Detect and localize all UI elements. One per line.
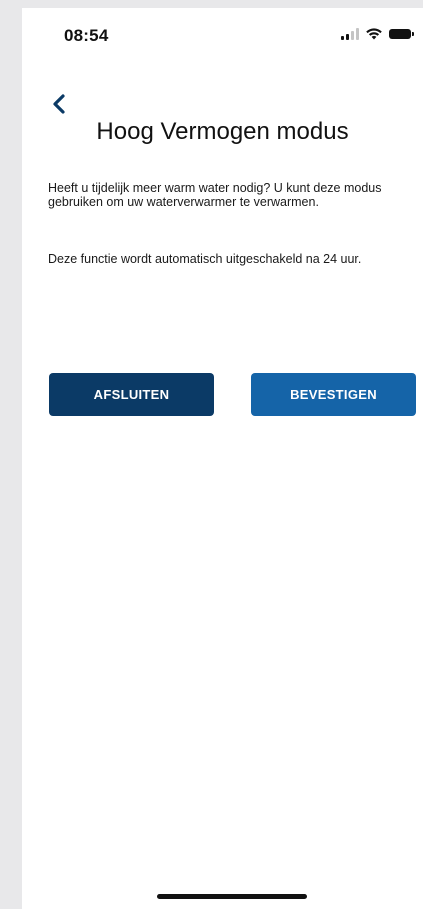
status-bar: 08:54: [22, 8, 423, 62]
description-paragraph-2: Deze functie wordt automatisch uitgescha…: [48, 252, 362, 266]
description-paragraph-1: Heeft u tijdelijk meer warm water nodig?…: [48, 181, 382, 209]
status-time: 08:54: [64, 26, 109, 45]
battery-icon: [389, 29, 414, 39]
wifi-icon: [366, 28, 382, 40]
chevron-left-icon: [53, 94, 65, 114]
back-button[interactable]: [46, 90, 76, 120]
confirm-button[interactable]: BEVESTIGEN: [251, 373, 416, 416]
cellular-signal-icon: [341, 28, 359, 40]
home-indicator[interactable]: [157, 894, 307, 899]
app-screen: 08:54 Hoog Vermogen modus Heeft u tijdel…: [22, 8, 423, 909]
status-icons: [341, 28, 414, 40]
close-button[interactable]: AFSLUITEN: [49, 373, 214, 416]
page-title: Hoog Vermogen modus: [96, 118, 349, 145]
